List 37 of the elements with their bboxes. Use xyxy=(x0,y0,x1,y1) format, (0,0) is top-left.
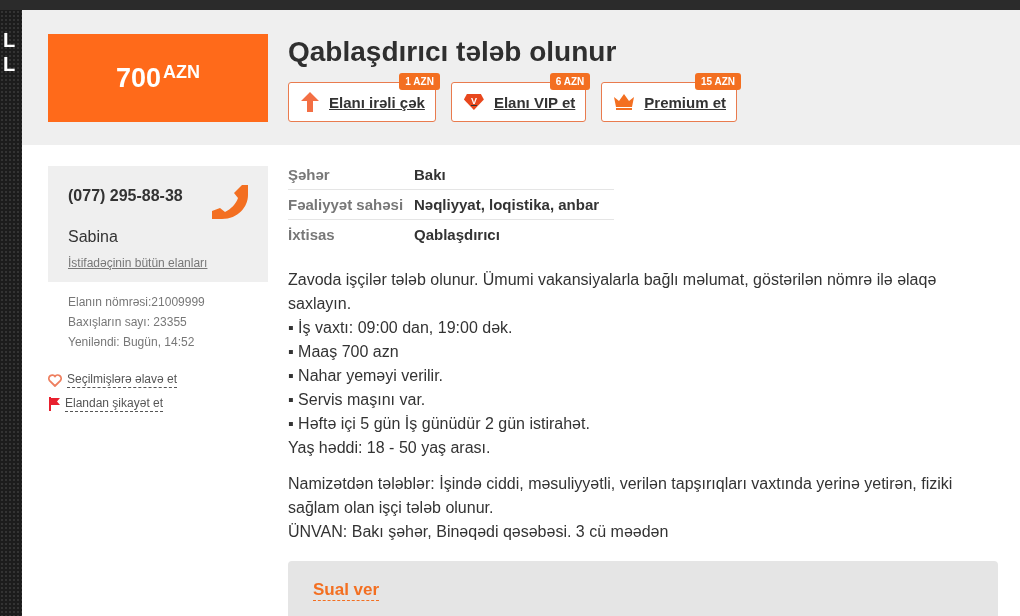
favorite-link[interactable]: Seçilmişlərə əlavə et xyxy=(48,372,268,388)
description-text: ▪ Servis maşını var. xyxy=(288,390,427,410)
description-text: Namizətdən tələblər: İşində ciddi, məsuliyyətli, verilən tapşırıqları vaxtında yerinə yetirən, fiziki sağlam olan işçi tələb olunur. xyxy=(288,474,954,518)
price-currency: AZN xyxy=(163,62,201,83)
heart-icon xyxy=(48,373,62,387)
ad-stat: Baxışların sayı: 23355 xyxy=(68,314,188,330)
property-value: Bakı xyxy=(414,160,614,190)
report-link[interactable]: Elandan şikayət et xyxy=(48,396,268,412)
description-text: ▪ Maaş 700 azn xyxy=(288,342,400,362)
property-value: Qablaşdırıcı xyxy=(414,219,614,249)
crown-icon xyxy=(614,94,635,110)
phone-number: (077) 295-88-38 xyxy=(68,187,183,206)
arrow-up-icon xyxy=(301,92,319,112)
price-badge: 6 AZN xyxy=(549,73,591,90)
description-text: Yaş həddi: 18 - 50 yaş arası. xyxy=(288,438,492,458)
property-name: Şəhər xyxy=(288,160,414,190)
description-text: Zavoda işçilər tələb olunur. Ümumi vakansiyalarla bağlı məlumat, göstərilən nömrə ilə əlaqə saxlayın. xyxy=(288,270,938,314)
property-name: Fəaliyyət sahəsi xyxy=(288,189,414,220)
vip-icon: V xyxy=(463,94,484,110)
ad-stat: Elanın nömrəsi:21009999 xyxy=(68,294,206,310)
property-name: İxtisas xyxy=(288,219,414,249)
ad-stat: Yeniləndi: Bugün, 14:52 xyxy=(68,334,196,350)
all-ads-link[interactable]: İstifadəçinin bütün elanları xyxy=(68,256,208,270)
property-value: Nəqliyyat, loqistika, anbar xyxy=(414,189,614,220)
price-amount: 700 xyxy=(115,62,162,94)
description-text: ▪ İş vaxtı: 09:00 dan, 19:00 dək. xyxy=(288,318,514,338)
description-text: ▪ Həftə içi 5 gün İş günüdür 2 gün istirahət. xyxy=(288,414,591,434)
banner-letter: L xyxy=(3,28,17,52)
ad-title: Qablaşdırıcı tələb olunur xyxy=(288,35,618,69)
banner-letter: L xyxy=(3,52,17,76)
flag-icon xyxy=(48,397,60,411)
phone-icon xyxy=(212,185,248,219)
description-text: ÜNVAN: Bakı şəhər, Binəqədi qəsəbəsi. 3 cü məədən xyxy=(288,522,670,542)
price-badge: 1 AZN xyxy=(399,73,440,90)
seller-name: Sabina xyxy=(68,228,119,246)
description-text: ▪ Nahar yeməyi verilir. xyxy=(288,366,445,386)
price-badge: 15 AZN xyxy=(694,73,742,90)
